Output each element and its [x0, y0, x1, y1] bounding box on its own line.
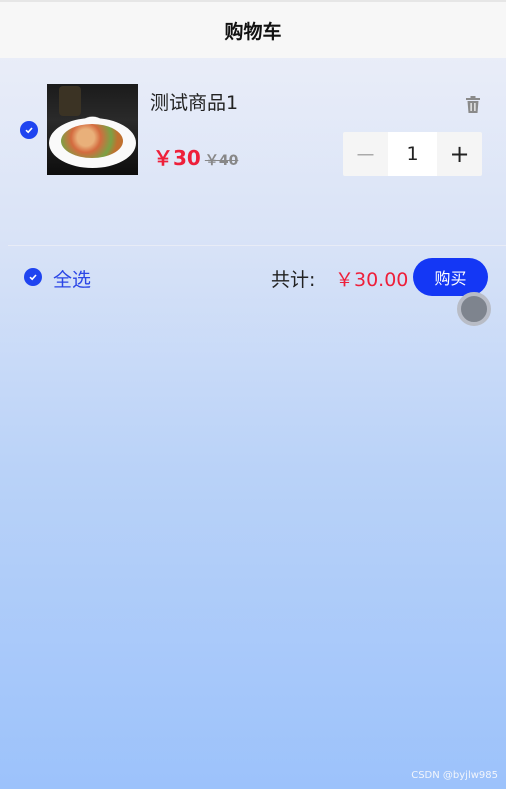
product-image[interactable] — [47, 84, 138, 175]
total-label: 共计: — [271, 269, 316, 291]
divider — [8, 245, 506, 246]
select-all-label[interactable]: 全选 — [53, 265, 91, 292]
buy-button[interactable]: 购买 — [413, 258, 488, 296]
checkout-bar: 全选 共计: ￥30.00 购买 — [0, 256, 506, 300]
total-value: ￥30.00 — [335, 269, 409, 291]
top-bar: 购物车 — [0, 0, 506, 58]
increase-button[interactable]: + — [437, 132, 482, 176]
price-row: ￥30 ￥40 — [153, 142, 238, 171]
product-original-price: ￥40 — [204, 153, 239, 169]
quantity-value[interactable]: 1 — [388, 132, 437, 176]
page-title: 购物车 — [224, 20, 282, 43]
floating-assistive-ball[interactable] — [457, 292, 491, 326]
select-all-check-icon[interactable] — [24, 268, 42, 286]
watermark: CSDN @byjlw985 — [411, 770, 498, 781]
item-check-icon[interactable] — [20, 121, 38, 139]
product-price: ￥30 — [153, 146, 201, 170]
trash-icon[interactable] — [465, 96, 481, 114]
decrease-button[interactable]: － — [343, 132, 388, 176]
quantity-stepper: － 1 + — [343, 132, 482, 176]
cart-item: 测试商品1 ￥30 ￥40 － 1 + — [0, 70, 506, 190]
product-name[interactable]: 测试商品1 — [150, 88, 238, 115]
